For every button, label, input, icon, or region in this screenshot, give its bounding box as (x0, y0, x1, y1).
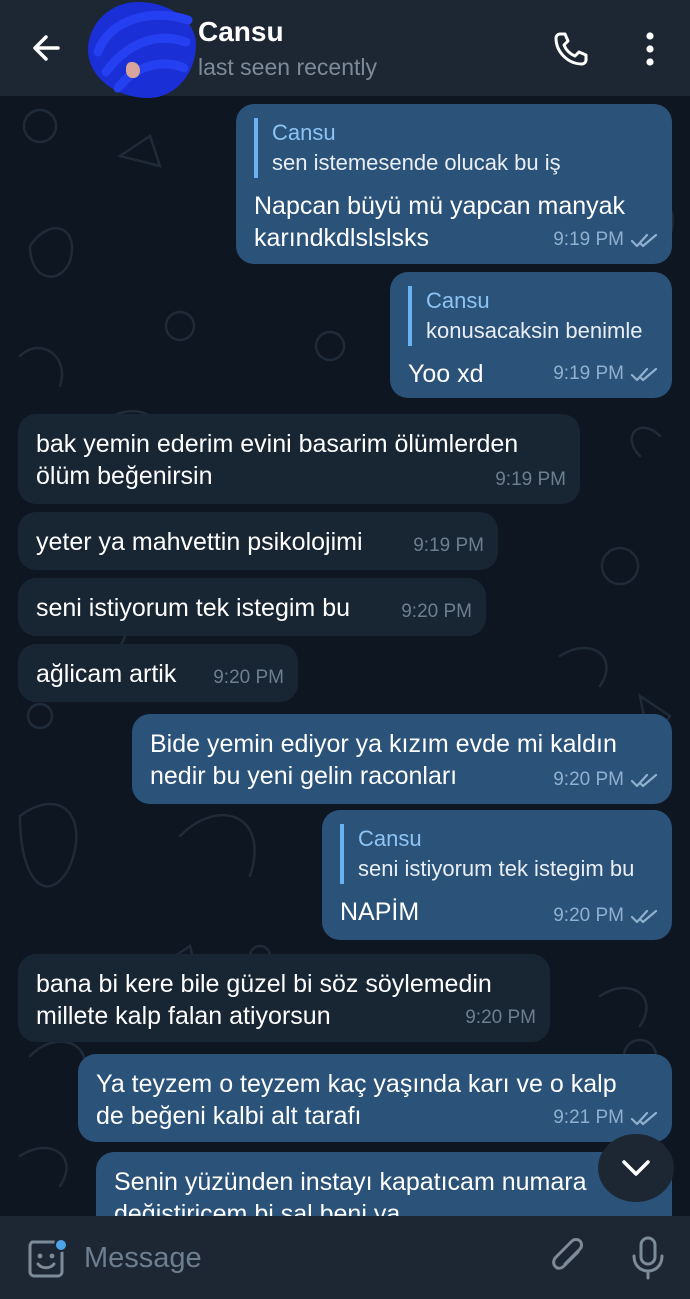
reply-text: konusacaksin benimle (426, 318, 643, 343)
message-meta: 9:21 PM (553, 1102, 658, 1134)
message-text: Senin yüzünden instayı kapatıcam numara … (114, 1168, 587, 1216)
call-button[interactable] (548, 26, 594, 72)
message-time: 9:19 PM (413, 535, 484, 556)
message-incoming[interactable]: yeter ya mahvettin psikolojimi 9:19 PM (18, 512, 498, 570)
more-options-button[interactable] (630, 28, 670, 70)
message-meta: 9:19 PM (553, 358, 658, 390)
message-meta: 9:19 PM (413, 530, 484, 562)
reply-author: Cansu (272, 120, 336, 145)
chat-header: Cansu last seen recently (0, 0, 690, 98)
message-time: 9:20 PM (553, 905, 624, 926)
back-button[interactable] (22, 24, 72, 74)
reply-quote[interactable]: Cansu sen istemesende olucak bu iş (254, 118, 654, 178)
message-outgoing[interactable]: Senin yüzünden instayı kapatıcam numara … (96, 1152, 672, 1216)
message-time: 9:19 PM (553, 229, 624, 250)
phone-icon (554, 32, 588, 66)
double-check-icon (630, 367, 658, 382)
message-incoming[interactable]: ağlicam artik 9:20 PM (18, 644, 298, 702)
message-time: 9:19 PM (495, 469, 566, 490)
message-incoming[interactable]: seni istiyorum tek istegim bu 9:20 PM (18, 578, 486, 636)
scroll-to-bottom-button[interactable] (598, 1134, 674, 1202)
reply-text: sen istemesende olucak bu iş (272, 150, 561, 175)
message-outgoing[interactable]: Cansu sen istemesende olucak bu iş Napca… (236, 104, 672, 264)
message-input[interactable] (84, 1236, 524, 1280)
message-composer (0, 1216, 690, 1299)
message-time: 9:19 PM (553, 363, 624, 384)
message-outgoing[interactable]: Cansu seni istiyorum tek istegim bu NAPİ… (322, 810, 672, 940)
double-check-icon (630, 233, 658, 248)
reply-text: seni istiyorum tek istegim bu (358, 856, 635, 881)
reply-author: Cansu (358, 826, 422, 851)
microphone-icon (632, 1236, 664, 1280)
reply-quote[interactable]: Cansu seni istiyorum tek istegim bu (340, 824, 654, 884)
message-meta: 9:20 PM (553, 764, 658, 796)
avatar[interactable] (88, 2, 196, 98)
message-incoming[interactable]: bana bi kere bile güzel bi söz söylemedi… (18, 954, 550, 1042)
new-badge-dot (54, 1238, 68, 1252)
message-text: bak yemin ederim evini basarim ölümlerde… (36, 430, 519, 490)
double-check-icon (630, 909, 658, 924)
message-meta: 9:19 PM (553, 224, 658, 256)
last-seen-status: last seen recently (198, 54, 377, 80)
double-check-icon (630, 1111, 658, 1126)
message-meta: 9:20 PM (553, 900, 658, 932)
reply-author: Cansu (426, 288, 490, 313)
message-text: bana bi kere bile güzel bi söz söylemedi… (36, 970, 492, 1030)
message-time: 9:20 PM (213, 667, 284, 688)
arrow-left-icon (33, 35, 60, 61)
message-incoming[interactable]: bak yemin ederim evini basarim ölümlerde… (18, 414, 580, 504)
paperclip-icon (552, 1238, 583, 1270)
double-check-icon (630, 773, 658, 788)
message-time: 9:21 PM (553, 1107, 624, 1128)
message-outgoing[interactable]: Ya teyzem o teyzem kaç yaşında karı ve o… (78, 1054, 672, 1142)
attach-button[interactable] (548, 1234, 590, 1280)
message-meta: 9:19 PM (495, 464, 566, 496)
message-time: 9:20 PM (553, 769, 624, 790)
message-outgoing[interactable]: Cansu konusacaksin benimle Yoo xd 9:19 P… (390, 272, 672, 398)
message-meta: 9:20 PM (465, 1002, 536, 1034)
voice-message-button[interactable] (628, 1234, 668, 1282)
avatar-photo-fragment (126, 62, 140, 78)
message-list[interactable]: Cansu sen istemesende olucak bu iş Napca… (0, 96, 690, 1216)
reply-quote[interactable]: Cansu konusacaksin benimle (408, 286, 654, 346)
message-time: 9:20 PM (465, 1007, 536, 1028)
message-meta: 9:20 PM (213, 662, 284, 694)
contact-name[interactable]: Cansu (198, 16, 284, 48)
more-vertical-icon (646, 32, 654, 66)
chevron-down-icon (622, 1160, 650, 1176)
scribble-overlay (93, 10, 193, 93)
message-time: 9:20 PM (401, 601, 472, 622)
message-meta: 9:20 PM (401, 596, 472, 628)
message-outgoing[interactable]: Bide yemin ediyor ya kızım evde mi kaldı… (132, 714, 672, 804)
